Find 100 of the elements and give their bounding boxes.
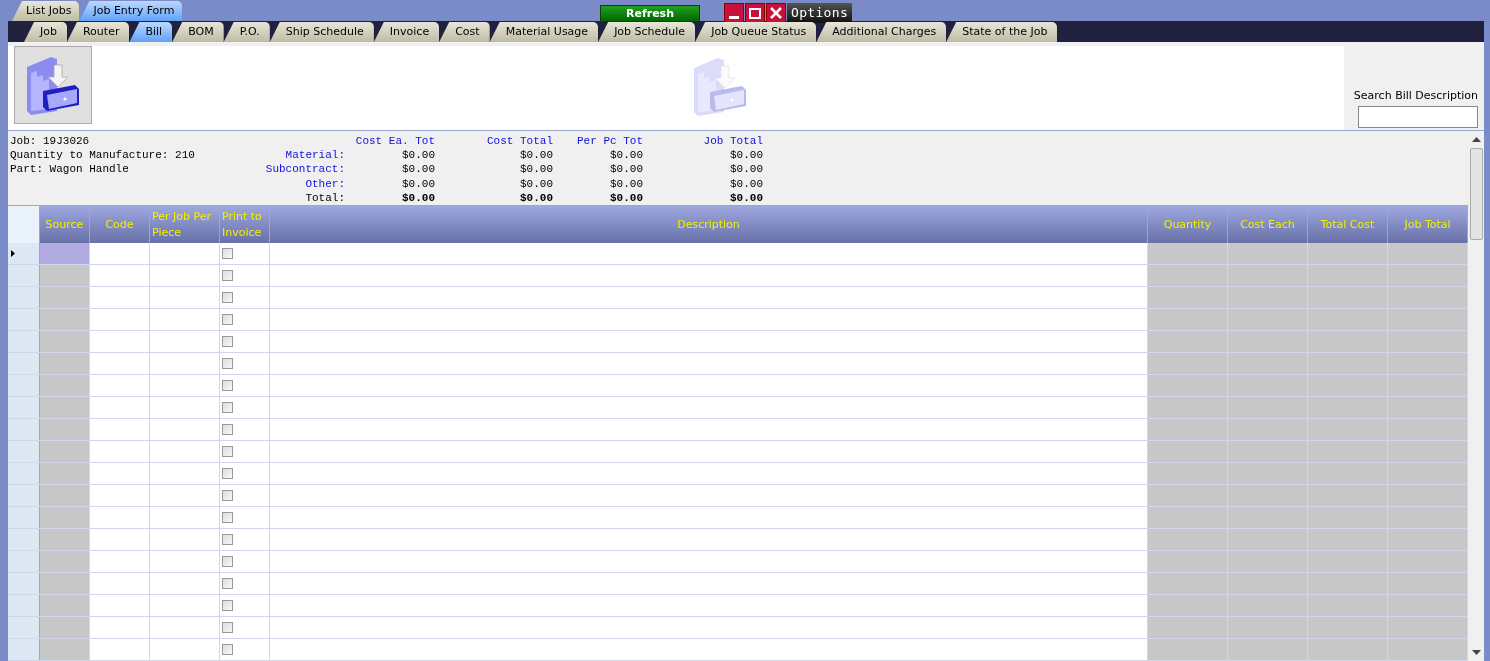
table-cell[interactable]: [220, 397, 270, 418]
tab[interactable]: BOM: [172, 22, 224, 42]
table-cell[interactable]: [40, 441, 90, 462]
table-cell[interactable]: [1228, 331, 1308, 352]
table-cell[interactable]: [1308, 573, 1388, 594]
table-cell[interactable]: [1308, 419, 1388, 440]
table-cell[interactable]: [220, 639, 270, 660]
table-cell[interactable]: [220, 375, 270, 396]
table-cell[interactable]: [1228, 265, 1308, 286]
tab[interactable]: Invoice: [373, 22, 440, 42]
table-cell[interactable]: [1228, 595, 1308, 616]
table-cell[interactable]: [40, 287, 90, 308]
table-cell[interactable]: [220, 551, 270, 572]
table-cell[interactable]: [40, 529, 90, 550]
checkbox[interactable]: [222, 292, 233, 303]
table-cell[interactable]: [40, 243, 90, 264]
table-cell[interactable]: [1148, 287, 1228, 308]
scroll-thumb[interactable]: [1469, 148, 1483, 240]
tab[interactable]: Job Schedule: [598, 22, 696, 42]
table-cell[interactable]: [1228, 551, 1308, 572]
table-cell[interactable]: [1308, 529, 1388, 550]
table-cell[interactable]: [1148, 265, 1228, 286]
table-cell[interactable]: [1148, 463, 1228, 484]
table-cell[interactable]: [40, 419, 90, 440]
table-cell[interactable]: [1228, 507, 1308, 528]
table-cell[interactable]: [1388, 265, 1468, 286]
checkbox[interactable]: [222, 336, 233, 347]
table-cell[interactable]: [1148, 551, 1228, 572]
table-cell[interactable]: [1228, 573, 1308, 594]
table-cell[interactable]: [40, 353, 90, 374]
tab[interactable]: State of the Job: [946, 22, 1058, 42]
table-cell[interactable]: [220, 265, 270, 286]
table-cell[interactable]: [40, 397, 90, 418]
table-cell[interactable]: [1308, 331, 1388, 352]
table-cell[interactable]: [1228, 375, 1308, 396]
table-cell[interactable]: [1388, 485, 1468, 506]
table-cell[interactable]: [1308, 507, 1388, 528]
table-cell[interactable]: [1228, 353, 1308, 374]
table-cell[interactable]: [1308, 309, 1388, 330]
table-cell[interactable]: [40, 551, 90, 572]
checkbox[interactable]: [222, 270, 233, 281]
table-cell[interactable]: [1308, 375, 1388, 396]
table-cell[interactable]: [1228, 441, 1308, 462]
table-cell[interactable]: [1148, 419, 1228, 440]
table-cell[interactable]: [1148, 507, 1228, 528]
tab[interactable]: Bill: [129, 22, 173, 42]
tab[interactable]: Job Entry Form: [79, 1, 183, 21]
table-cell[interactable]: [1308, 287, 1388, 308]
table-cell[interactable]: [1228, 419, 1308, 440]
table-cell[interactable]: [1308, 353, 1388, 374]
tab[interactable]: Job Queue Status: [695, 22, 817, 42]
tab[interactable]: Additional Charges: [816, 22, 947, 42]
table-cell[interactable]: [1388, 441, 1468, 462]
table-cell[interactable]: [220, 419, 270, 440]
options-button[interactable]: Options: [787, 3, 853, 23]
table-cell[interactable]: [40, 463, 90, 484]
table-cell[interactable]: [220, 617, 270, 638]
table-cell[interactable]: [220, 485, 270, 506]
table-cell[interactable]: [40, 573, 90, 594]
checkbox[interactable]: [222, 512, 233, 523]
table-cell[interactable]: [1308, 265, 1388, 286]
table-cell[interactable]: [1148, 639, 1228, 660]
table-cell[interactable]: [1308, 463, 1388, 484]
table-cell[interactable]: [220, 287, 270, 308]
tab[interactable]: Cost: [439, 22, 490, 42]
checkbox[interactable]: [222, 424, 233, 435]
checkbox[interactable]: [222, 578, 233, 589]
tab[interactable]: Material Usage: [489, 22, 599, 42]
checkbox[interactable]: [222, 490, 233, 501]
table-cell[interactable]: [1148, 331, 1228, 352]
table-cell[interactable]: [1388, 617, 1468, 638]
table-cell[interactable]: [1148, 441, 1228, 462]
checkbox[interactable]: [222, 600, 233, 611]
table-cell[interactable]: [40, 375, 90, 396]
table-cell[interactable]: [1388, 463, 1468, 484]
table-cell[interactable]: [40, 639, 90, 660]
table-cell[interactable]: [1148, 309, 1228, 330]
table-cell[interactable]: [40, 309, 90, 330]
table-cell[interactable]: [220, 595, 270, 616]
table-cell[interactable]: [1148, 375, 1228, 396]
table-cell[interactable]: [1388, 243, 1468, 264]
table-cell[interactable]: [1388, 639, 1468, 660]
table-cell[interactable]: [220, 309, 270, 330]
table-cell[interactable]: [1308, 551, 1388, 572]
table-cell[interactable]: [1148, 353, 1228, 374]
table-cell[interactable]: [220, 529, 270, 550]
table-cell[interactable]: [220, 573, 270, 594]
table-cell[interactable]: [1148, 595, 1228, 616]
table-cell[interactable]: [1388, 287, 1468, 308]
close-button[interactable]: [766, 3, 786, 23]
table-cell[interactable]: [40, 507, 90, 528]
table-cell[interactable]: [1388, 419, 1468, 440]
table-cell[interactable]: [1228, 243, 1308, 264]
table-cell[interactable]: [1148, 243, 1228, 264]
table-cell[interactable]: [1228, 529, 1308, 550]
table-cell[interactable]: [1388, 529, 1468, 550]
table-cell[interactable]: [40, 617, 90, 638]
search-field[interactable]: [1358, 106, 1478, 128]
checkbox[interactable]: [222, 358, 233, 369]
table-cell[interactable]: [1228, 397, 1308, 418]
